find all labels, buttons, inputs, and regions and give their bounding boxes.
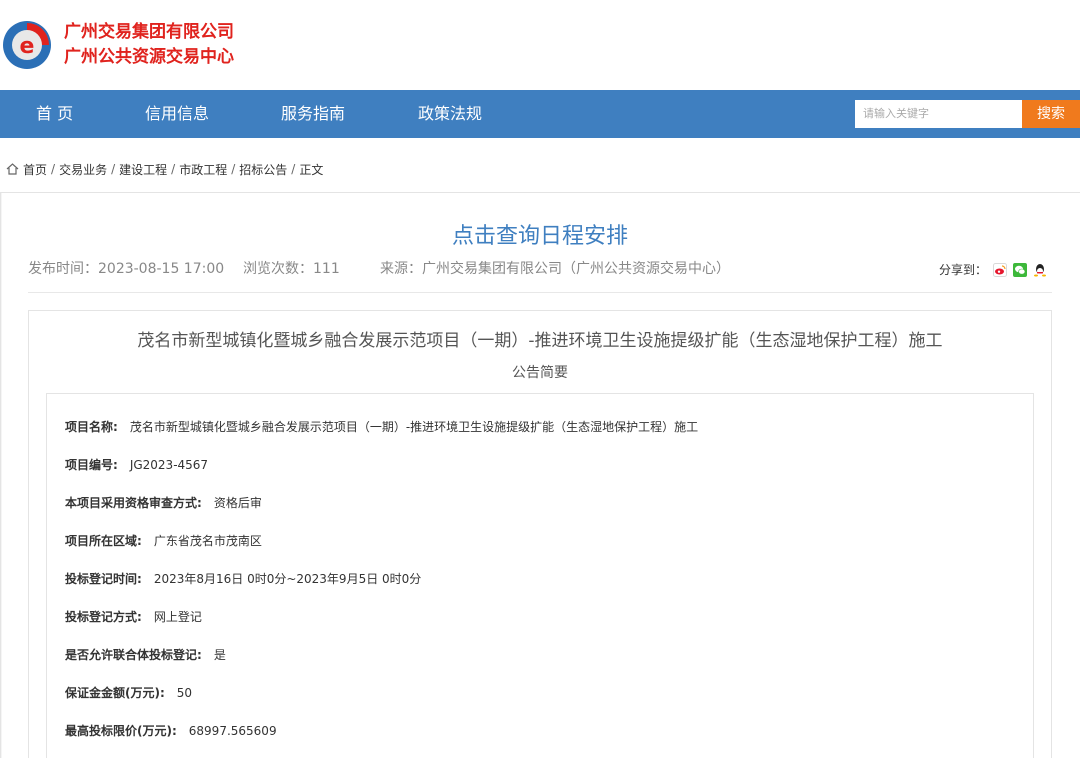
breadcrumb-home[interactable]: 首页 — [23, 161, 47, 178]
org-name-secondary: 广州公共资源交易中心 — [64, 47, 234, 67]
field-project-name: 项目名称: 茂名市新型城镇化暨城乡融合发展示范项目（一期）-推进环境卫生设施提级扩… — [65, 418, 698, 435]
site-header: e 广州交易集团有限公司 广州公共资源交易中心 — [0, 0, 1080, 90]
breadcrumb-construction[interactable]: 建设工程 — [119, 161, 167, 178]
field-value: 50 — [176, 686, 193, 700]
field-label: 投标登记方式: — [65, 610, 142, 624]
breadcrumb-separator: / — [171, 162, 176, 176]
field-label: 项目名称: — [65, 420, 118, 434]
share-label: 分享到： — [939, 263, 988, 277]
notice-subtitle: 公告简要 — [512, 365, 568, 381]
field-registration-method: 投标登记方式: 网上登记 — [65, 608, 202, 625]
share-bar: 分享到： — [939, 261, 1047, 278]
field-label: 投标登记时间: — [65, 572, 142, 586]
breadcrumb-trading[interactable]: 交易业务 — [59, 161, 107, 178]
org-names: 广州交易集团有限公司 广州公共资源交易中心 — [64, 20, 234, 70]
field-qualification-method: 本项目采用资格审查方式: 资格后审 — [65, 494, 262, 511]
field-label: 保证金金额(万元): — [65, 686, 165, 700]
nav-item-policies[interactable]: 政策法规 — [418, 90, 482, 138]
field-project-code: 项目编号: JG2023-4567 — [65, 456, 208, 473]
breadcrumb-separator: / — [51, 162, 56, 176]
nav-item-service-guide[interactable]: 服务指南 — [281, 90, 345, 138]
breadcrumb-separator: / — [111, 162, 116, 176]
field-consortium-allowed: 是否允许联合体投标登记: 是 — [65, 646, 226, 663]
page-title[interactable]: 点击查询日程安排 — [0, 218, 1080, 250]
nav-item-home[interactable]: 首 页 — [36, 90, 73, 138]
logo-icon[interactable]: e — [2, 20, 52, 70]
field-value: 2023年8月16日 0时0分~2023年9月5日 0时0分 — [153, 572, 422, 586]
field-value: 68997.565609 — [188, 724, 277, 738]
field-max-bid-price: 最高投标限价(万元): 68997.565609 — [65, 722, 277, 739]
field-value: 是 — [213, 648, 226, 662]
field-value: JG2023-4567 — [129, 458, 209, 472]
breadcrumb: 首页 / 交易业务 / 建设工程 / 市政工程 / 招标公告 / 正文 — [6, 160, 323, 178]
meta-divider — [28, 292, 1052, 293]
breadcrumb-separator: / — [231, 162, 236, 176]
search-button[interactable]: 搜索 — [1022, 100, 1080, 128]
article-source: 来源：广州交易集团有限公司（广州公共资源交易中心） — [380, 261, 730, 277]
search-input[interactable]: 请输入关键字 — [855, 100, 1022, 128]
field-value: 茂名市新型城镇化暨城乡融合发展示范项目（一期）-推进环境卫生设施提级扩能（生态湿… — [129, 420, 699, 434]
qq-icon[interactable] — [1033, 263, 1047, 277]
field-label: 是否允许联合体投标登记: — [65, 648, 202, 662]
view-count: 浏览次数：111 — [243, 261, 340, 277]
breadcrumb-tender-notice[interactable]: 招标公告 — [239, 161, 287, 178]
field-registration-time: 投标登记时间: 2023年8月16日 0时0分~2023年9月5日 0时0分 — [65, 570, 421, 587]
field-value: 资格后审 — [213, 496, 262, 510]
breadcrumb-separator: / — [291, 162, 296, 176]
org-name-primary: 广州交易集团有限公司 — [64, 22, 234, 42]
nav-item-credit-info[interactable]: 信用信息 — [145, 90, 209, 138]
breadcrumb-municipal[interactable]: 市政工程 — [179, 161, 227, 178]
svg-text:e: e — [20, 34, 35, 59]
field-label: 项目所在区域: — [65, 534, 142, 548]
project-title: 茂名市新型城镇化暨城乡融合发展示范项目（一期）-推进环境卫生设施提级扩能（生态湿… — [137, 331, 943, 351]
field-project-region: 项目所在区域: 广东省茂名市茂南区 — [65, 532, 262, 549]
field-label: 项目编号: — [65, 458, 118, 472]
field-value: 广东省茂名市茂南区 — [153, 534, 262, 548]
weibo-icon[interactable] — [993, 262, 1008, 277]
breadcrumb-current: 正文 — [299, 162, 324, 177]
field-deposit-amount: 保证金金额(万元): 50 — [65, 684, 192, 701]
home-icon — [6, 163, 19, 175]
field-label: 本项目采用资格审查方式: — [65, 496, 202, 510]
field-value: 网上登记 — [153, 610, 202, 624]
publish-time: 发布时间：2023-08-15 17:00 — [28, 261, 225, 277]
wechat-icon[interactable] — [1013, 262, 1028, 277]
field-label: 最高投标限价(万元): — [65, 724, 177, 738]
